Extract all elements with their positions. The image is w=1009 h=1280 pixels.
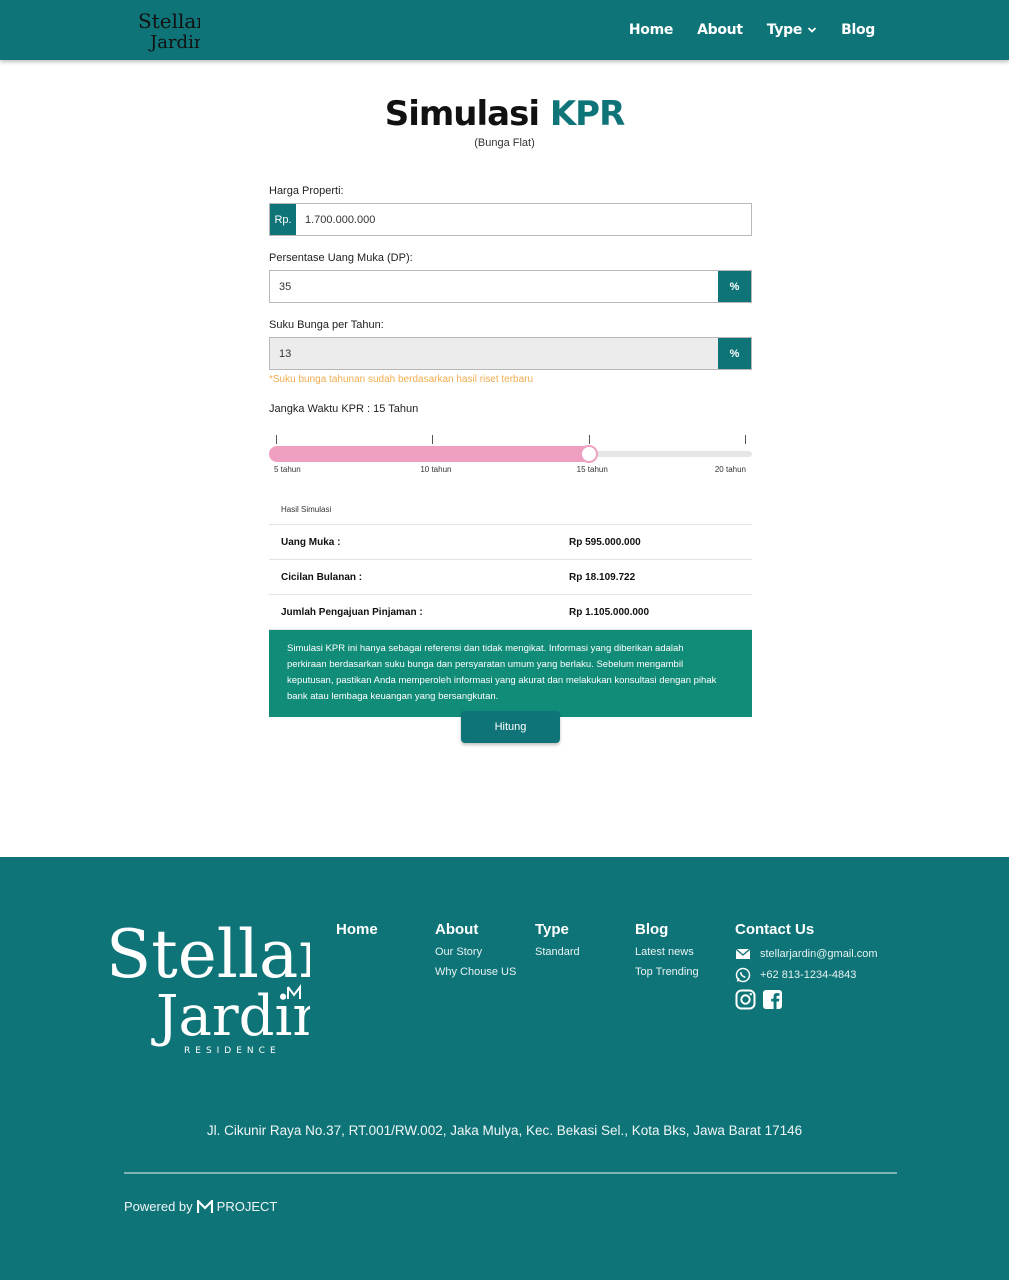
slider-tick-label: 15 tahun [576,465,608,474]
footer-blog-title[interactable]: Blog [635,921,699,938]
project-logo-icon [196,1199,213,1213]
footer-col-blog: Blog Latest news Top Trending [635,921,699,986]
slider-thumb[interactable] [579,445,598,463]
slider-track[interactable] [269,445,752,463]
price-prefix: Rp. [270,204,296,235]
instagram-icon[interactable] [735,989,756,1010]
page-subtitle: (Bunga Flat) [474,137,535,149]
dp-suffix: % [718,271,751,302]
email-icon [735,948,751,959]
slider-tick-label: 10 tahun [420,465,452,474]
footer-contact-title: Contact Us [735,921,815,938]
chevron-down-icon [807,27,817,33]
result-row: Jumlah Pengajuan Pinjaman : Rp 1.105.000… [269,595,752,630]
slider-tick [745,435,746,444]
rate-suffix: % [718,338,751,369]
result-label: Cicilan Bulanan : [281,571,363,583]
nav-home[interactable]: Home [629,22,674,38]
footer-col-home: Home [336,921,378,946]
powered-brand: PROJECT [216,1199,278,1214]
footer-about-title[interactable]: About [435,921,516,938]
facebook-icon[interactable] [762,989,783,1010]
slider-tick [588,435,590,444]
term-slider[interactable]: 5 tahun 10 tahun 15 tahun 20 tahun [269,421,752,481]
footer-divider [124,1172,897,1174]
whatsapp-icon [735,967,751,983]
footer-link-trending[interactable]: Top Trending [635,966,699,978]
footer-home-link[interactable]: Home [336,921,378,938]
slider-ticks [269,435,752,445]
price-input[interactable] [296,204,751,235]
result-value: Rp 1.105.000.000 [569,606,650,618]
footer-link-our-story[interactable]: Our Story [435,946,516,958]
navbar: Stellar Jardin Home About Type Blog [0,0,1009,60]
page-title: Simulasi KPR [384,94,626,134]
hitung-button[interactable]: Hitung [461,711,560,743]
result-label: Jumlah Pengajuan Pinjaman : [281,606,423,618]
nav-about[interactable]: About [697,22,743,38]
footer-logo-line1: Stellar [106,916,310,993]
logo-line2: Jardin [148,32,200,52]
footer-address: Jl. Cikunir Raya No.37, RT.001/RW.002, J… [206,1123,803,1138]
dp-label: Persentase Uang Muka (DP): [269,252,413,264]
dp-input-group: % [269,270,752,303]
contact-email-text: stellarjardin@gmail.com [760,948,878,960]
price-input-group: Rp. [269,203,752,236]
social-links [735,989,878,1010]
footer-col-type: Type Standard [535,921,580,966]
dp-input[interactable] [270,271,718,302]
rate-label: Suku Bunga per Tahun: [269,319,384,331]
track-fill [269,446,597,462]
result-row: Uang Muka : Rp 595.000.000 [269,525,752,560]
contact-phone-text: +62 813-1234-4843 [760,969,857,981]
contact-email[interactable]: stellarjardin@gmail.com [735,946,878,962]
term-label: Jangka Waktu KPR : 15 Tahun [269,403,419,415]
rate-input [270,338,718,369]
result-label: Uang Muka : [281,536,341,548]
result-table: Hasil Simulasi Uang Muka : Rp 595.000.00… [269,495,752,717]
slider-tick [432,435,434,444]
result-title: Hasil Simulasi [269,495,752,525]
rate-input-group: % [269,337,752,370]
result-value: Rp 18.109.722 [569,571,636,583]
footer-logo-line2: Jardin [151,984,310,1049]
rate-note: *Suku bunga tahunan sudah berdasarkan ha… [269,374,534,385]
footer-type-title[interactable]: Type [535,921,580,938]
disclaimer: Simulasi KPR ini hanya sebagai referensi… [269,630,752,717]
contact-phone[interactable]: +62 813-1234-4843 [735,967,878,983]
result-row: Cicilan Bulanan : Rp 18.109.722 [269,560,752,595]
stellar-jardin-logo[interactable]: Stellar Jardin [136,6,200,52]
nav-type-dropdown[interactable]: Type [767,22,817,38]
footer: Stellar Jardin RESIDENCE Home About Our … [0,857,1009,1280]
powered-by: Powered by PROJECT [124,1199,278,1214]
price-label: Harga Properti: [269,185,344,197]
footer-link-why-choose[interactable]: Why Chouse US [435,966,516,978]
footer-col-about: About Our Story Why Chouse US [435,921,516,986]
logo-line1: Stellar [138,9,200,33]
footer-logo[interactable]: Stellar Jardin RESIDENCE [104,905,310,1055]
slider-tick [276,435,277,444]
footer-logo-tag: RESIDENCE [184,1046,281,1055]
kpr-form: Harga Properti: Rp. Persentase Uang Muka… [269,185,752,717]
footer-link-latest[interactable]: Latest news [635,946,699,958]
footer-link-standard[interactable]: Standard [535,946,580,958]
footer-col-contact: Contact Us stellarjardin@gmail.com +62 8… [735,921,878,1010]
slider-tick-label: 20 tahun [714,465,746,474]
result-value: Rp 595.000.000 [569,536,641,548]
slider-tick-label: 5 tahun [274,465,301,474]
nav-links: Home About Type Blog [629,0,875,60]
nav-blog[interactable]: Blog [841,22,875,38]
